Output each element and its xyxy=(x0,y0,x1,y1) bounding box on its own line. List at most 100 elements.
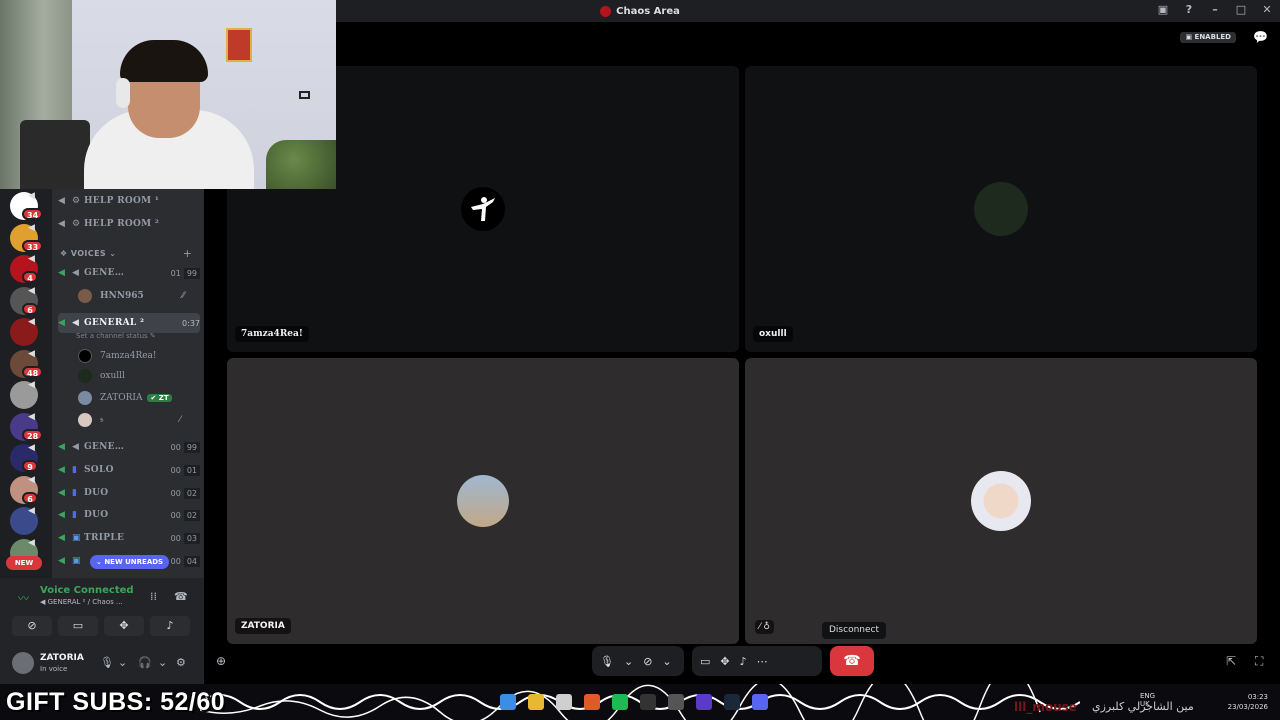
voice-channel-solo[interactable]: ◀ ▮ SOLO 00 01 xyxy=(58,460,200,480)
system-clock[interactable]: 03:23 23/03/2026 xyxy=(1228,692,1268,712)
participant-tile[interactable]: ⁄ ♁ xyxy=(745,358,1257,644)
screen-share-button[interactable]: ▭ xyxy=(58,616,98,636)
category-voices[interactable]: ❖ VOICES ⌄ xyxy=(60,249,116,258)
chevron-down-icon[interactable]: ⌄ xyxy=(118,656,127,669)
soundboard-icon[interactable]: ♪ xyxy=(740,655,747,668)
headphones-icon[interactable]: 🎧 xyxy=(138,656,152,669)
speaker-icon: ◀ xyxy=(28,411,35,422)
chevron-down-icon[interactable]: ⌄ xyxy=(158,656,167,669)
voice-member[interactable]: 7amza4Rea! xyxy=(78,347,157,365)
minimize-icon[interactable]: – xyxy=(1208,3,1222,16)
file-explorer-icon[interactable] xyxy=(528,694,544,710)
avatar xyxy=(78,369,92,383)
voice-status-title[interactable]: Voice Connected xyxy=(40,585,134,596)
avatar[interactable] xyxy=(12,652,34,674)
noise-suppression-icon[interactable]: ⁞⁞ xyxy=(150,590,157,603)
voice-member[interactable]: ZATORIA ✔ ZT xyxy=(78,389,172,407)
mention-badge: 6 xyxy=(22,302,38,315)
microphone-icon[interactable]: 🎙 xyxy=(100,656,114,669)
epic-games-icon[interactable] xyxy=(640,694,656,710)
webcam-plant xyxy=(266,140,336,189)
disconnect-button[interactable]: ☎ xyxy=(830,646,874,676)
voice-channel-general-1[interactable]: ◀ ◀ GENE… 01 99 xyxy=(58,263,200,283)
discord-icon[interactable] xyxy=(752,694,768,710)
activities-icon: ✥ xyxy=(119,619,129,632)
invite-icon[interactable]: ⊕ xyxy=(216,654,226,668)
window-title: Chaos Area xyxy=(616,5,680,17)
participant-tile[interactable]: ZATORIA xyxy=(227,358,739,644)
chevron-down-icon[interactable]: ⌄ xyxy=(624,655,633,668)
microphone-icon[interactable]: 🎙 xyxy=(600,655,614,668)
help-icon[interactable]: ? xyxy=(1182,3,1196,16)
voice-stage: ▣ ENABLED 💬 7amza4Rea! oxulll ZATORIA ⁄ … xyxy=(204,22,1280,684)
signal-icon[interactable]: 〰 xyxy=(18,590,29,606)
language-indicator[interactable]: ENG UK xyxy=(1140,692,1155,708)
users-icon: ▮ xyxy=(72,488,77,498)
speaker-icon: ◀ xyxy=(28,222,35,233)
user-count: 00 02 xyxy=(168,487,200,499)
chat-icon[interactable]: 💬 xyxy=(1253,30,1268,44)
voice-channel-general-2[interactable]: ◀ ◀ GENERAL ² 0:37 xyxy=(58,313,200,333)
channel-help-room-2[interactable]: ◀ ⚙ HELP ROOM ² xyxy=(58,214,200,234)
speaker-icon: ◀ xyxy=(58,556,65,566)
participant-tile[interactable]: oxulll xyxy=(745,66,1257,352)
new-servers-pill[interactable]: NEW xyxy=(6,556,42,570)
activities-icon[interactable]: ✥ xyxy=(720,655,729,668)
screen-share-icon[interactable]: ▭ xyxy=(700,655,710,668)
avatar xyxy=(461,187,505,231)
volume-icon: ◀ xyxy=(72,442,79,452)
voice-member[interactable]: HNN965 ⁄⁄ xyxy=(78,287,185,305)
popout-icon[interactable]: ⇱ xyxy=(1226,654,1236,668)
user-count: 01 99 xyxy=(168,267,200,279)
taskbar-apps xyxy=(500,694,768,710)
windows-start-icon[interactable] xyxy=(500,694,516,710)
speaker-icon: ◀ xyxy=(58,219,65,229)
window-controls: ▣ ? – □ ✕ xyxy=(1156,3,1274,16)
more-options-icon[interactable]: ⋯ xyxy=(757,655,768,668)
voice-channel-general-3[interactable]: ◀ ◀ GENE… 00 99 xyxy=(58,437,200,457)
user-count: 00 02 xyxy=(168,509,200,521)
speaker-icon: ◀ xyxy=(28,348,35,359)
channel-timer: 0:37 xyxy=(182,318,200,328)
add-channel-icon[interactable]: + xyxy=(183,247,192,260)
voice-status-subtitle[interactable]: ◀ GENERAL ² / Chaos ... xyxy=(40,598,123,606)
channel-help-room-1[interactable]: ◀ ⚙ HELP ROOM ¹ xyxy=(58,191,200,211)
steam-icon[interactable] xyxy=(724,694,740,710)
brave-browser-icon[interactable] xyxy=(584,694,600,710)
chevron-down-icon[interactable]: ⌄ xyxy=(662,655,671,668)
activities-button[interactable]: ✥ xyxy=(104,616,144,636)
mic-muted-icon: ⁄ ♁ xyxy=(755,620,774,634)
number-4-icon: ▣ xyxy=(72,556,81,566)
webcam-poster xyxy=(226,28,252,62)
gear-icon[interactable]: ⚙ xyxy=(176,656,186,669)
speaker-icon: ◀ xyxy=(58,318,65,328)
app-icon[interactable] xyxy=(696,694,712,710)
channel-status[interactable]: Set a channel status ✎ xyxy=(76,332,156,340)
store-icon[interactable] xyxy=(556,694,572,710)
camera-off-icon[interactable]: ⊘ xyxy=(643,655,652,668)
mention-badge: 4 xyxy=(22,271,38,283)
voice-member[interactable]: oxulll xyxy=(78,367,125,385)
mention-badge: 28 xyxy=(22,428,44,441)
camera-off-button[interactable]: ⊘ xyxy=(12,616,52,636)
fullscreen-icon[interactable]: ⛶ xyxy=(1255,654,1263,669)
speaker-icon: ◀ xyxy=(28,443,35,453)
speaker-icon: ◀ xyxy=(28,285,35,296)
voice-channel-duo-1[interactable]: ◀ ▮ DUO 00 02 xyxy=(58,483,200,503)
voice-channel-duo-2[interactable]: ◀ ▮ DUO 00 02 xyxy=(58,505,200,525)
voice-member[interactable]: 𝔰 ⁄ xyxy=(78,411,181,429)
voice-channel-triple[interactable]: ◀ ▣ TRIPLE 00 03 xyxy=(58,528,200,548)
inbox-icon[interactable]: ▣ xyxy=(1156,3,1170,16)
hang-up-icon: ☎ xyxy=(843,653,861,669)
username[interactable]: ZATORIA xyxy=(40,653,84,663)
soundboard-button[interactable]: ♪ xyxy=(150,616,190,636)
enabled-badge[interactable]: ▣ ENABLED xyxy=(1180,32,1236,43)
close-icon[interactable]: ✕ xyxy=(1260,3,1274,16)
disconnect-icon[interactable]: ☎ xyxy=(174,590,188,603)
new-unreads-button[interactable]: ⌄ NEW UNREADS xyxy=(90,555,170,569)
spotify-icon[interactable] xyxy=(612,694,628,710)
maximize-icon[interactable]: □ xyxy=(1234,3,1248,16)
camera-off-icon: ⊘ xyxy=(27,619,37,632)
obs-icon[interactable] xyxy=(668,694,684,710)
user-panel: ZATORIA In voice 🎙 ⌄ 🎧 ⌄ ⚙ xyxy=(0,644,204,684)
